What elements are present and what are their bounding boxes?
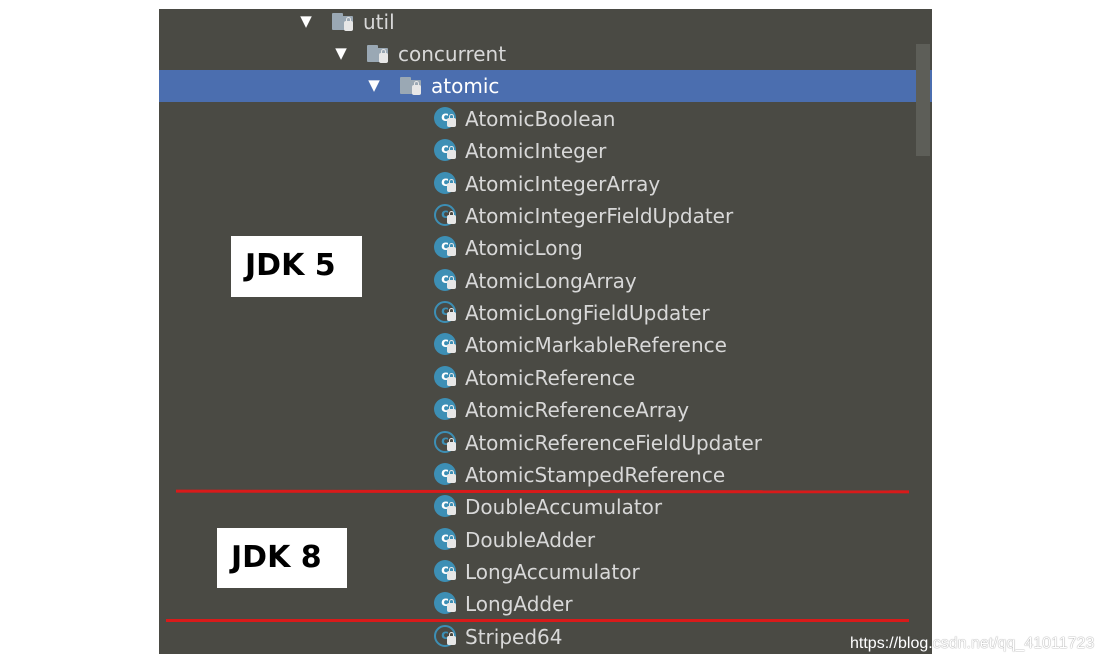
tree-node-label: util (363, 10, 395, 34)
tree-node-class[interactable]: c LongAdder (159, 588, 932, 620)
class-icon: c (434, 560, 458, 584)
tree-node-label: AtomicStampedReference (465, 463, 726, 487)
tree-node-class[interactable]: c AtomicMarkableReference (159, 329, 932, 361)
class-icon: c (434, 495, 458, 519)
class-icon: c (434, 269, 458, 293)
tree-node-label: AtomicLong (465, 236, 583, 260)
abstract-class-icon: c (434, 625, 458, 649)
tree-node-label: concurrent (398, 42, 507, 66)
tree-node-label: DoubleAdder (465, 528, 596, 552)
tree-node-class[interactable]: c Striped64 (159, 621, 932, 653)
tree-node-label: AtomicIntegerArray (465, 172, 661, 196)
tree-node-class[interactable]: c AtomicReference (159, 362, 932, 394)
package-icon (400, 77, 424, 95)
class-icon: c (434, 139, 458, 163)
tree-node-concurrent[interactable]: ▼ concurrent (159, 38, 932, 70)
jdk8-annotation: JDK 8 (217, 528, 347, 588)
package-icon (367, 45, 391, 63)
abstract-class-icon: c (434, 431, 458, 455)
jdk5-annotation: JDK 5 (231, 236, 362, 297)
expand-arrow-icon[interactable]: ▼ (367, 70, 381, 102)
tree-node-label: Striped64 (465, 625, 563, 649)
class-icon: c (434, 592, 458, 616)
tree-node-label: AtomicReferenceArray (465, 398, 690, 422)
package-icon (332, 13, 356, 31)
tree-node-label: AtomicInteger (465, 139, 607, 163)
vertical-scrollbar[interactable] (916, 44, 930, 156)
tree-node-label: AtomicBoolean (465, 107, 616, 131)
tree-node-class[interactable]: c AtomicIntegerArray (159, 168, 932, 200)
tree-node-class[interactable]: c AtomicReferenceFieldUpdater (159, 427, 932, 459)
jdk-separator-line (166, 619, 909, 622)
watermark: https://blog.csdn.net/qq_41011723 (850, 635, 1095, 652)
tree-node-label: AtomicReferenceFieldUpdater (465, 431, 762, 455)
jdk-separator-line (175, 489, 910, 494)
abstract-class-icon: c (434, 301, 458, 325)
tree-node-label: atomic (431, 74, 500, 98)
tree-node-class[interactable]: c AtomicStampedReference (159, 459, 932, 491)
expand-arrow-icon[interactable]: ▼ (299, 9, 313, 38)
tree-node-label: AtomicIntegerFieldUpdater (465, 204, 734, 228)
tree-node-class[interactable]: c AtomicInteger (159, 135, 932, 167)
tree-node-label: AtomicReference (465, 366, 636, 390)
tree-node-class[interactable]: c DoubleAccumulator (159, 491, 932, 523)
class-icon: c (434, 236, 458, 260)
tree-node-atomic[interactable]: ▼ atomic (159, 70, 932, 102)
tree-node-label: LongAccumulator (465, 560, 640, 584)
class-icon: c (434, 366, 458, 390)
class-icon: c (434, 107, 458, 131)
tree-node-label: LongAdder (465, 592, 573, 616)
tree-node-class[interactable]: c AtomicIntegerFieldUpdater (159, 200, 932, 232)
tree-node-label: DoubleAccumulator (465, 495, 663, 519)
tree-node-class[interactable]: c AtomicLongFieldUpdater (159, 297, 932, 329)
tree-node-label: AtomicLongFieldUpdater (465, 301, 710, 325)
class-icon: c (434, 463, 458, 487)
class-icon: c (434, 398, 458, 422)
expand-arrow-icon[interactable]: ▼ (334, 38, 348, 70)
tree-node-label: AtomicMarkableReference (465, 333, 727, 357)
tree-node-util[interactable]: ▼ util (159, 9, 932, 38)
tree-node-label: AtomicLongArray (465, 269, 637, 293)
abstract-class-icon: c (434, 204, 458, 228)
class-icon: c (434, 172, 458, 196)
tree-node-class[interactable]: c AtomicReferenceArray (159, 394, 932, 426)
tree-node-class[interactable]: c AtomicBoolean (159, 103, 932, 135)
class-icon: c (434, 333, 458, 357)
class-icon: c (434, 528, 458, 552)
